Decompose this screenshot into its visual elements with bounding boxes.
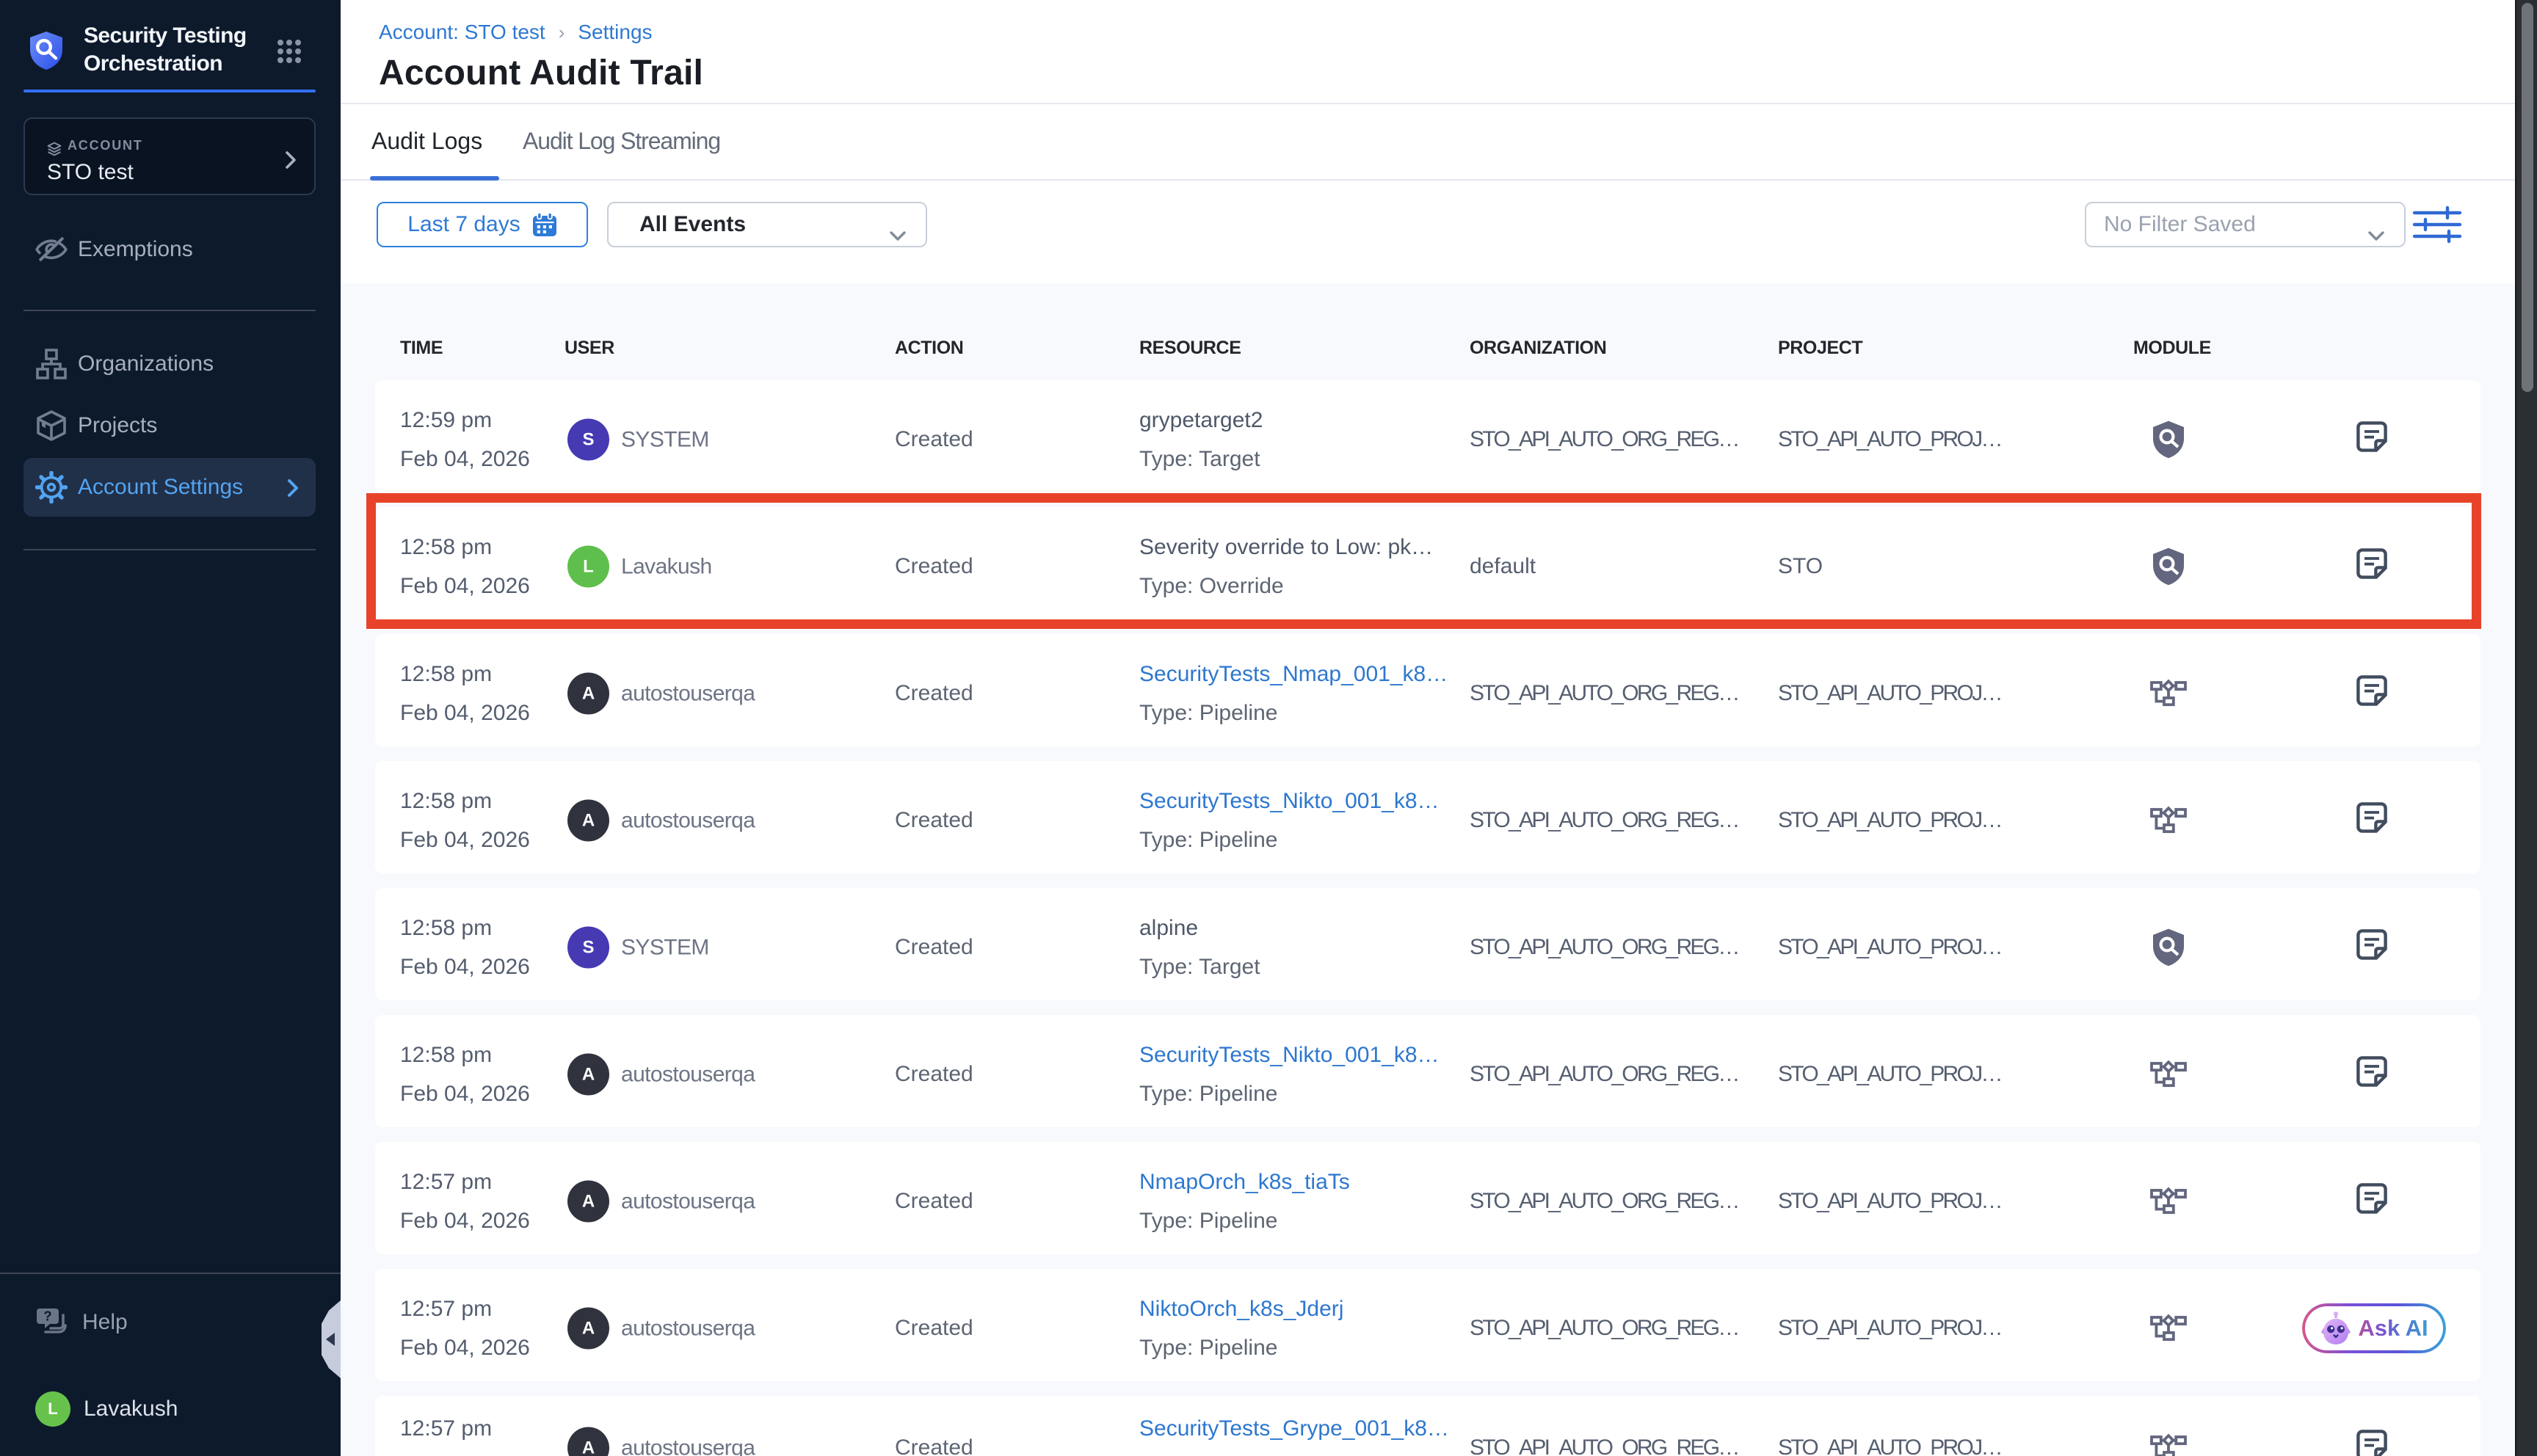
svg-text:?: ? (44, 1309, 52, 1324)
